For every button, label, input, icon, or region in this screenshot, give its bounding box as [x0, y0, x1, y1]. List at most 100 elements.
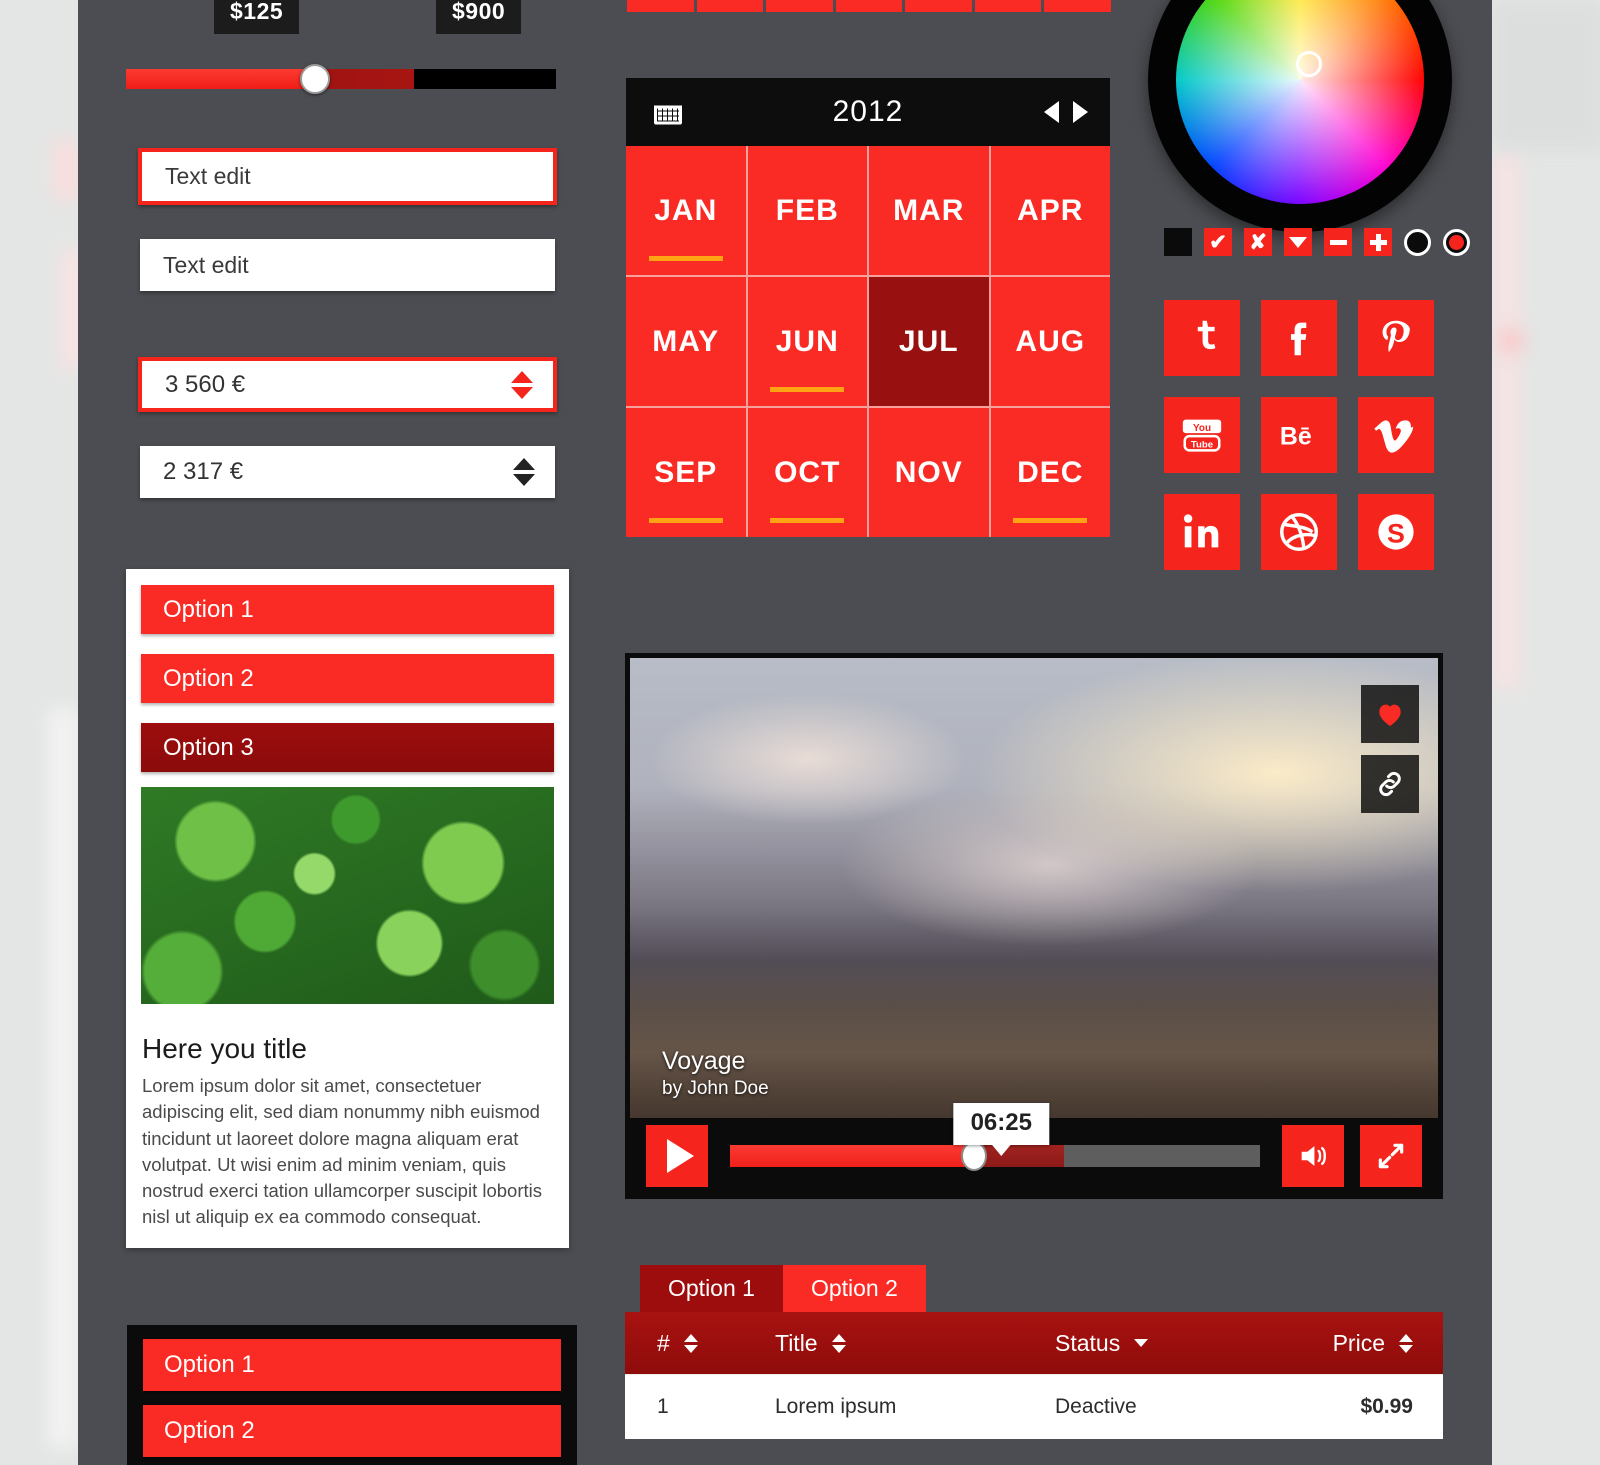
month-cell[interactable]: MAY [626, 277, 746, 406]
color-wheel-handle[interactable] [1296, 51, 1322, 77]
fullscreen-icon[interactable] [1360, 1125, 1422, 1187]
video-frame[interactable]: Voyage by John Doe [630, 658, 1438, 1118]
month-cell[interactable]: JUN [747, 277, 867, 406]
spinner-arrows-icon[interactable] [513, 458, 535, 486]
month-cell[interactable]: OCT [747, 408, 867, 537]
heart-icon[interactable] [1361, 685, 1419, 743]
spinner-down-icon[interactable] [513, 474, 535, 486]
radio-unselected[interactable] [1404, 228, 1431, 256]
youtube-icon[interactable]: You Tube [1164, 397, 1240, 473]
chevron-left-icon[interactable] [1044, 101, 1059, 123]
month-cell[interactable]: SEP [626, 408, 746, 537]
month-cell[interactable]: AUG [990, 277, 1110, 406]
segment[interactable] [974, 0, 1042, 12]
spinner-down-icon[interactable] [511, 386, 533, 399]
skype-icon[interactable]: S [1358, 494, 1434, 570]
text-edit-field[interactable]: Text edit [140, 239, 555, 291]
table-row[interactable]: 1 Lorem ipsum Deactive $0.99 [625, 1374, 1443, 1439]
month-cell[interactable]: FEB [747, 146, 867, 275]
sort-icon[interactable] [683, 1333, 698, 1353]
play-icon[interactable] [646, 1125, 708, 1187]
dark-option-list: Option 1 Option 2 [127, 1325, 577, 1465]
sort-down-icon[interactable] [1134, 1339, 1149, 1347]
cell-status: Deactive [1055, 1395, 1137, 1418]
column-label: Status [1055, 1329, 1121, 1356]
chain-link-icon[interactable] [1361, 755, 1419, 813]
card-option-3-selected[interactable]: Option 3 [141, 723, 554, 772]
vimeo-icon[interactable] [1358, 397, 1434, 473]
spinner-up-icon[interactable] [513, 458, 535, 470]
card-option-1[interactable]: Option 1 [141, 585, 554, 634]
calendar-grid: JAN FEB MAR APR MAY JUN JUL AUG SEP OCT … [626, 146, 1110, 537]
slider-fill [126, 69, 316, 89]
svg-text:You: You [1193, 423, 1211, 434]
column-price[interactable]: Price [1295, 1330, 1443, 1357]
segment[interactable] [905, 0, 972, 12]
price-range-slider[interactable] [126, 64, 556, 94]
column-number[interactable]: # [625, 1330, 775, 1357]
dribbble-icon[interactable] [1261, 494, 1337, 570]
tab-option-1[interactable]: Option 1 [640, 1265, 783, 1312]
video-seek-handle[interactable] [960, 1141, 987, 1171]
dropdown-caret-icon[interactable] [1284, 228, 1312, 256]
segmented-bar[interactable] [627, 0, 1112, 12]
text-edit-field-focused[interactable]: Text edit [138, 148, 557, 205]
pinterest-icon[interactable] [1358, 300, 1434, 376]
column-title[interactable]: Title [775, 1330, 1055, 1357]
segment[interactable] [696, 0, 764, 12]
bg-artifact [1498, 328, 1524, 354]
facebook-icon[interactable] [1261, 300, 1337, 376]
table-header: # Title Status Price [625, 1312, 1443, 1374]
dark-option-1[interactable]: Option 1 [143, 1339, 561, 1391]
bg-artifact [1492, 150, 1520, 690]
month-cell[interactable]: APR [990, 146, 1110, 275]
slider-handle[interactable] [300, 64, 331, 94]
spinner-up-icon[interactable] [511, 370, 533, 383]
card-title: Here you title [142, 1033, 307, 1064]
calendar-icon [654, 99, 682, 125]
segment[interactable] [1044, 0, 1112, 12]
video-meta: Voyage by John Doe [662, 1047, 769, 1100]
plus-button[interactable] [1364, 228, 1392, 256]
card-image [141, 787, 554, 1004]
content-card: Option 1 Option 2 Option 3 Here you titl… [126, 569, 569, 1248]
checkbox-empty[interactable] [1164, 228, 1192, 256]
cell-number: 1 [657, 1395, 669, 1418]
card-option-2[interactable]: Option 2 [141, 654, 554, 703]
radio-selected[interactable] [1443, 228, 1470, 256]
sort-icon[interactable] [831, 1333, 846, 1353]
chevron-right-icon[interactable] [1073, 101, 1088, 123]
segment[interactable] [627, 0, 694, 12]
segment[interactable] [835, 0, 903, 12]
calendar-nav[interactable] [1044, 101, 1088, 123]
month-cell-selected[interactable]: JUL [869, 277, 989, 406]
month-cell[interactable]: DEC [990, 408, 1110, 537]
segment[interactable] [766, 0, 833, 12]
spinner-arrows-icon[interactable] [511, 370, 533, 399]
cell-price: $0.99 [1360, 1395, 1413, 1418]
month-cell[interactable]: MAR [869, 146, 989, 275]
month-picker[interactable]: 2012 JAN FEB MAR APR MAY JUN JUL AUG SEP… [626, 78, 1110, 537]
video-author: by John Doe [662, 1078, 769, 1099]
ui-kit-screen: $125 $900 Text edit Text edit 3 560 € 2 … [0, 0, 1600, 1465]
number-spinner[interactable]: 2 317 € [140, 446, 555, 498]
dark-option-2[interactable]: Option 2 [143, 1405, 561, 1457]
minus-button[interactable] [1324, 228, 1352, 256]
checkbox-close[interactable]: ✘ [1244, 228, 1272, 256]
number-spinner-focused[interactable]: 3 560 € [138, 357, 557, 412]
sort-icon[interactable] [1399, 1333, 1413, 1353]
twitter-icon[interactable] [1164, 300, 1240, 376]
color-wheel[interactable] [1148, 0, 1452, 232]
video-time-tooltip: 06:25 [953, 1103, 1049, 1145]
behance-icon[interactable]: Bē [1261, 397, 1337, 473]
column-status[interactable]: Status [1055, 1330, 1295, 1357]
linkedin-icon[interactable] [1164, 494, 1240, 570]
social-icons-grid: You Tube Bē S [1164, 300, 1434, 570]
checkbox-checked[interactable]: ✔ [1204, 228, 1232, 256]
volume-icon[interactable] [1282, 1125, 1344, 1187]
control-toggles-row: ✔ ✘ [1164, 228, 1470, 256]
month-cell[interactable]: NOV [869, 408, 989, 537]
tab-bar: Option 1 Option 2 [640, 1265, 926, 1312]
month-cell[interactable]: JAN [626, 146, 746, 275]
tab-option-2[interactable]: Option 2 [782, 1265, 926, 1312]
